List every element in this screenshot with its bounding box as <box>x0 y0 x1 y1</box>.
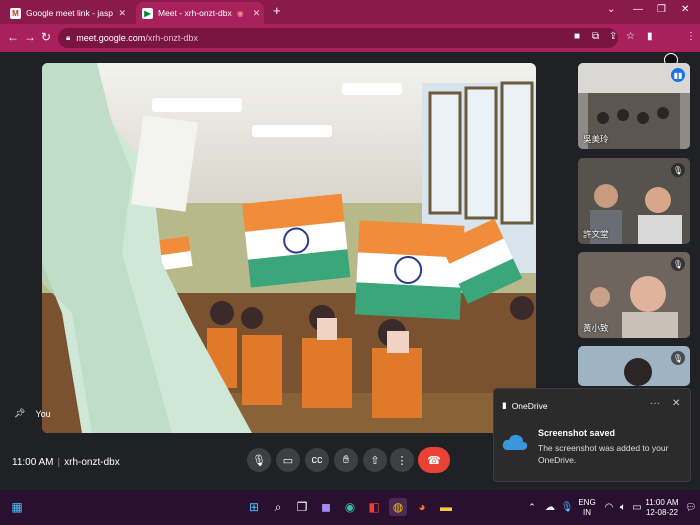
share-icon[interactable]: ⇪ <box>609 31 617 42</box>
teams-icon[interactable]: ◼ <box>317 498 335 516</box>
notification-menu-button[interactable]: ··· <box>650 398 660 409</box>
close-icon[interactable]: ✕ <box>253 8 261 19</box>
microphone-button[interactable]: 🎙︎ <box>247 448 271 472</box>
self-label: 📌︎ You <box>14 408 51 419</box>
file-explorer-icon[interactable]: ▬ <box>437 498 455 516</box>
more-options-button[interactable]: ⋮ <box>390 448 414 472</box>
recording-icon: ◉ <box>236 8 244 18</box>
separator: | <box>57 457 61 468</box>
participant-tile[interactable]: ▮▮ 吳美玲 <box>578 63 690 149</box>
url-bar[interactable]: 🔒︎ meet.google.com/xrh-onzt-dbx <box>58 28 618 48</box>
notification-title: Screenshot saved <box>538 428 616 438</box>
search-icon[interactable]: ⌕ <box>269 498 287 516</box>
meeting-time: 11:00 AM <box>12 457 54 468</box>
close-icon[interactable]: ✕ <box>118 8 126 19</box>
participant-name: 黃小致 <box>583 323 609 333</box>
edge-icon[interactable]: ◉ <box>341 498 359 516</box>
clock-time: 11:00 AM <box>645 498 679 507</box>
firefox-icon[interactable]: ◕ <box>413 498 431 516</box>
onedrive-cloud-icon <box>502 434 528 450</box>
url-path: /xrh-onzt-dbx <box>145 33 198 43</box>
widgets-icon[interactable]: ▦ <box>8 498 26 516</box>
new-tab-button[interactable]: + <box>273 3 281 18</box>
mic-off-icon: 🎙︎ <box>671 257 685 271</box>
end-call-button[interactable]: ☎︎ <box>418 447 450 473</box>
chrome-icon[interactable]: ◍ <box>389 498 407 516</box>
chevron-down-icon[interactable]: ⌄ <box>607 4 615 15</box>
present-button[interactable]: ⇧ <box>363 448 387 472</box>
meeting-code: xrh-onzt-dbx <box>64 457 120 468</box>
tab-gmail[interactable]: M Google meet link - jaspreet.k@ ✕ <box>4 2 132 24</box>
speaking-indicator-icon: ▮▮ <box>671 68 685 82</box>
address-toolbar: ← → ↻ 🔒︎ meet.google.com/xrh-onzt-dbx ■ … <box>0 24 700 67</box>
back-button[interactable]: ← <box>7 30 19 44</box>
bookmark-star-icon[interactable]: ☆ <box>626 31 635 42</box>
language-code: ENG <box>578 498 596 507</box>
chevron-up-icon[interactable]: ⌃ <box>523 498 541 516</box>
notification-center-icon[interactable]: 💬︎ <box>682 498 700 516</box>
classroom-video-frame <box>42 63 536 433</box>
url-host: meet.google.com <box>76 33 146 43</box>
language-indicator[interactable]: ENG IN <box>578 498 596 518</box>
mic-off-icon: 🎙︎ <box>671 351 685 365</box>
region-code: IN <box>583 508 591 517</box>
close-window-button[interactable]: ✕ <box>681 4 689 15</box>
notification-toast[interactable]: ▮ OneDrive ··· ✕ Screenshot saved The sc… <box>493 388 691 482</box>
gmail-icon: M <box>10 7 21 19</box>
notification-app: OneDrive <box>511 400 548 411</box>
mic-off-icon: 🎙︎ <box>671 163 685 177</box>
meeting-info: 11:00 AM | xrh-onzt-dbx <box>12 457 120 468</box>
pin-icon[interactable]: 📌︎ <box>14 408 25 419</box>
meet-icon: ▶ <box>142 7 153 19</box>
participant-tile[interactable]: 🎙︎ 黃小致 <box>578 252 690 338</box>
participant-name: 吳美玲 <box>583 134 609 144</box>
onedrive-small-icon: ▮ <box>502 400 507 410</box>
lock-icon: 🔒︎ <box>66 33 71 42</box>
notification-message: The screenshot was added to your OneDriv… <box>538 443 669 465</box>
system-clock[interactable]: 11:00 AM 12-08-22 <box>644 498 680 518</box>
notification-close-button[interactable]: ✕ <box>672 398 680 409</box>
camera-button[interactable]: ▭ <box>276 448 300 472</box>
self-name: You <box>35 408 51 419</box>
tab-strip: M Google meet link - jaspreet.k@ ✕ ▶ Mee… <box>0 0 700 24</box>
camera-icon[interactable]: ■ <box>574 31 580 42</box>
raise-hand-button[interactable]: ✋︎ <box>334 448 358 472</box>
clock-date: 12-08-22 <box>645 508 679 517</box>
menu-dots-icon[interactable]: ⋮ <box>686 31 696 42</box>
forward-button[interactable]: → <box>24 30 36 44</box>
tab-label: Google meet link - jaspreet.k@ <box>26 8 113 18</box>
main-video <box>42 63 536 433</box>
notification-header: ▮ OneDrive <box>502 400 548 411</box>
onedrive-tray-icon[interactable]: ☁︎ <box>541 498 559 516</box>
minimize-button[interactable]: — <box>633 4 643 15</box>
maximize-button[interactable]: ❐ <box>657 4 666 15</box>
side-panel-icon[interactable]: ▮ <box>647 31 653 42</box>
windows-start-icon[interactable]: ⊞ <box>245 498 263 516</box>
reload-button[interactable]: ↻ <box>41 30 51 44</box>
captions-button[interactable]: cc <box>305 448 329 472</box>
office-icon[interactable]: ◧ <box>365 498 383 516</box>
participant-tile[interactable]: 🎙︎ 許文堂 <box>578 158 690 244</box>
participant-name: 許文堂 <box>583 229 609 239</box>
open-in-app-icon[interactable]: ⧉ <box>592 31 599 42</box>
tab-label: Meet - xrh-onzt-dbx <box>158 8 232 18</box>
task-view-icon[interactable]: ❐ <box>293 498 311 516</box>
tab-meet[interactable]: ▶ Meet - xrh-onzt-dbx ◉ ✕ <box>136 2 264 24</box>
microphone-tray-icon[interactable]: 🎙︎ <box>558 498 576 516</box>
participant-tile[interactable]: 🎙︎ <box>578 346 690 386</box>
taskbar: ▦ ⊞ ⌕ ❐ ◼ ◉ ◧ ◍ ◕ ▬ ⌃ ☁︎ 🎙︎ ENG IN ◠ 🔈︎ … <box>0 490 700 525</box>
